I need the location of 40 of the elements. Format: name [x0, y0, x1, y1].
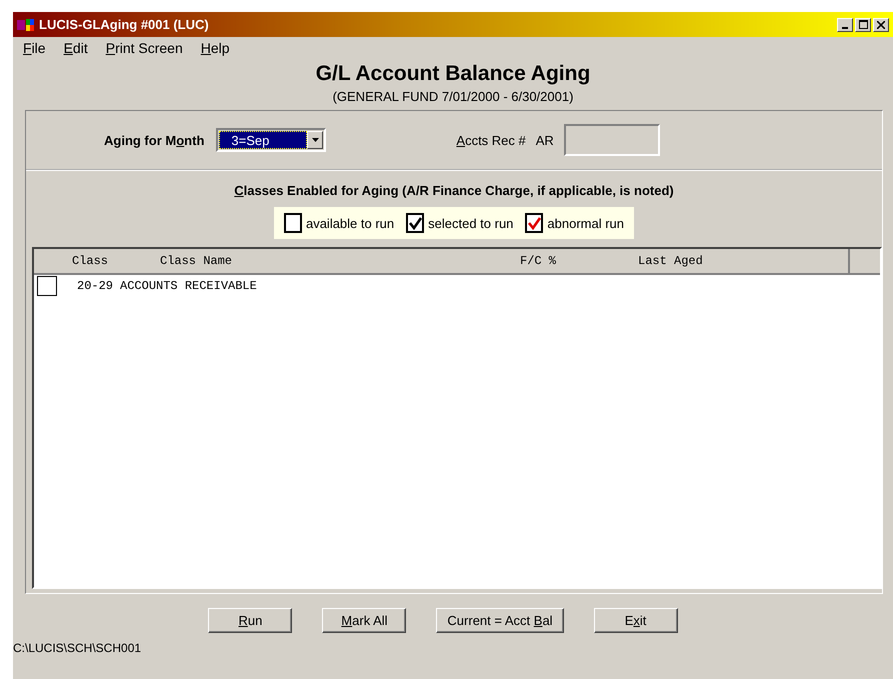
- legend-label: selected to run: [428, 216, 514, 230]
- dropdown-arrow-button[interactable]: [307, 131, 324, 149]
- classes-title: Classes Enabled for Aging (A/R Finance Charge, if applicable, is noted): [234, 183, 674, 198]
- row-checkbox[interactable]: [37, 276, 57, 296]
- legend-label: abnormal run: [547, 216, 624, 230]
- minimize-icon: [842, 26, 848, 28]
- menu-item[interactable]: Edit: [64, 40, 88, 60]
- action-button[interactable]: Current = Acct Bal: [436, 608, 564, 633]
- maximize-button[interactable]: [855, 18, 871, 32]
- action-button[interactable]: Run: [208, 608, 292, 633]
- status-path: C:\LUCIS\SCH\SCH001: [13, 641, 142, 655]
- legend-label: available to run: [306, 216, 394, 230]
- month-value: 3=Sep: [219, 131, 308, 149]
- month-label: Aging for Month: [104, 132, 204, 148]
- close-icon: [877, 20, 885, 28]
- action-button[interactable]: Mark All: [322, 608, 406, 633]
- menu-item[interactable]: Print Screen: [106, 40, 183, 60]
- table-cell: ACCOUNTS RECEIVABLE: [120, 279, 257, 293]
- action-button[interactable]: Exit: [594, 608, 678, 633]
- close-button[interactable]: [873, 18, 889, 32]
- window-title: LUCIS-GLAging #001 (LUC): [39, 17, 209, 32]
- page-heading: G/L Account Balance Aging: [314, 62, 592, 86]
- menu-item[interactable]: Help: [200, 40, 230, 60]
- accts-rec-code: AR: [536, 132, 554, 148]
- accts-rec-field[interactable]: [564, 124, 660, 156]
- column-header: Last Aged: [638, 254, 704, 268]
- maximize-icon: [858, 20, 868, 29]
- app-icon: [17, 18, 35, 32]
- month-dropdown[interactable]: 3=Sep: [216, 128, 326, 152]
- minimize-button[interactable]: [837, 18, 853, 32]
- table-cell: 20-29: [77, 279, 114, 293]
- checkmark-icon: [528, 216, 541, 230]
- column-header: F/C %: [520, 254, 558, 268]
- checkmark-icon: [408, 216, 422, 230]
- column-header: Class Name: [160, 254, 234, 268]
- column-header: Class: [72, 254, 110, 268]
- caret-icon: [312, 138, 319, 142]
- menu-item[interactable]: File: [23, 40, 46, 60]
- accts-rec-label: Accts Rec #: [456, 132, 526, 148]
- fund-period: (GENERAL FUND 7/01/2000 - 6/30/2001): [332, 89, 574, 104]
